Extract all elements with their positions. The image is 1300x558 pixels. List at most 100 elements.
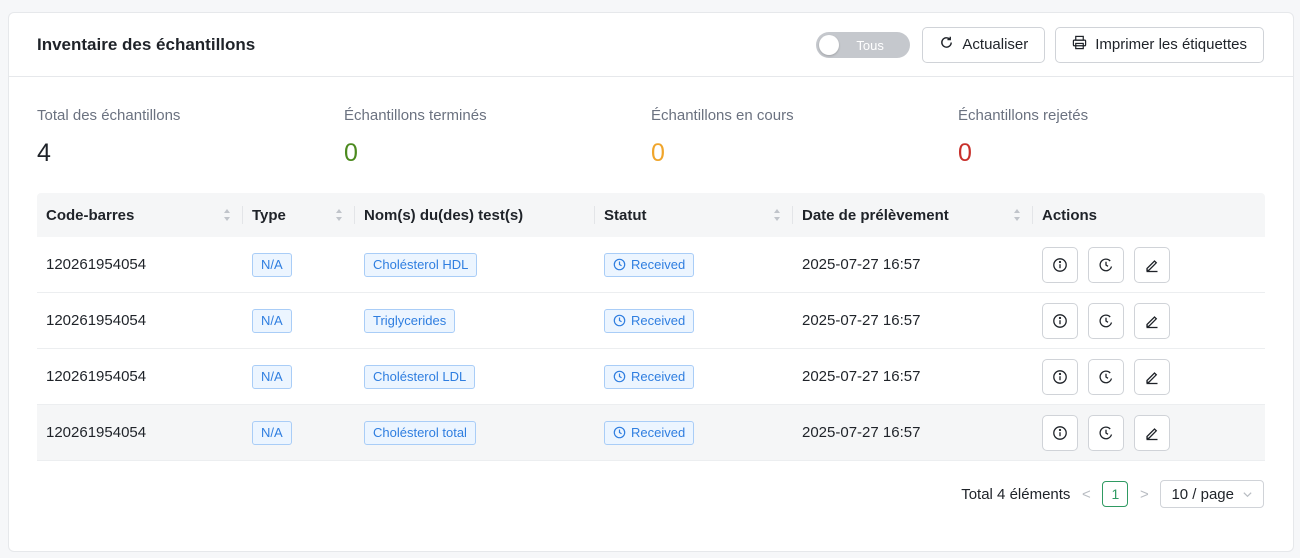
stat-value: 0 (344, 139, 358, 167)
column-label: Date de prélèvement (802, 206, 949, 224)
stat-total: Total des échantillons 4 (37, 107, 344, 193)
print-labels-button[interactable]: Imprimer les étiquettes (1055, 26, 1264, 63)
test-cell: Cholésterol total (355, 420, 595, 445)
table-row: 120261954054 N/A Triglycerides Received … (37, 293, 1265, 349)
column-header-barcode[interactable]: Code-barres (37, 193, 243, 237)
printer-icon (1072, 35, 1087, 54)
pagination-total: Total 4 éléments (961, 485, 1071, 503)
stat-label: Échantillons terminés (344, 107, 487, 124)
status-badge: Received (604, 364, 695, 389)
history-button[interactable] (1088, 414, 1124, 451)
test-cell: Cholésterol HDL (355, 252, 595, 277)
sort-icon[interactable] (773, 207, 781, 223)
stat-label: Échantillons rejetés (958, 107, 1089, 124)
info-button[interactable] (1042, 302, 1078, 339)
sort-icon[interactable] (223, 207, 231, 223)
status-badge: Received (604, 308, 695, 333)
history-button[interactable] (1088, 246, 1124, 283)
toggle-label: Tous (856, 37, 884, 53)
column-label: Statut (604, 206, 647, 224)
history-icon (1099, 370, 1113, 383)
stat-label: Total des échantillons (37, 107, 181, 124)
history-icon (1099, 426, 1113, 439)
sort-icon[interactable] (335, 207, 343, 223)
info-button[interactable] (1042, 246, 1078, 283)
info-button[interactable] (1042, 414, 1078, 451)
type-tag: N/A (252, 364, 292, 389)
stat-completed: Échantillons terminés 0 (344, 107, 651, 193)
column-label: Code-barres (46, 206, 135, 224)
edit-button[interactable] (1134, 414, 1170, 451)
test-cell: Triglycerides (355, 308, 595, 333)
date-cell: 2025-07-27 16:57 (802, 368, 921, 385)
card-header: Inventaire des échantillons Tous Actuali… (9, 13, 1293, 77)
column-header-type[interactable]: Type (243, 193, 355, 237)
refresh-icon (939, 35, 954, 54)
stat-value: 4 (37, 139, 51, 167)
status-badge: Received (604, 252, 695, 277)
type-cell: N/A (243, 252, 355, 277)
clock-icon (613, 426, 626, 439)
date-cell: 2025-07-27 16:57 (802, 256, 921, 273)
sort-icon[interactable] (1013, 207, 1021, 223)
stat-value: 0 (958, 139, 972, 167)
column-header-collection-date[interactable]: Date de prélèvement (793, 193, 1033, 237)
info-button[interactable] (1042, 358, 1078, 395)
table-header: Code-barres Type Nom(s) du(des) test(s) … (37, 193, 1265, 237)
chevron-down-icon (1243, 491, 1252, 497)
status-label: Received (631, 369, 686, 384)
next-page-icon[interactable]: > (1138, 486, 1150, 503)
column-header-actions: Actions (1033, 193, 1265, 237)
edit-icon (1146, 315, 1158, 328)
barcode-cell: 120261954054 (46, 368, 147, 385)
history-icon (1099, 314, 1113, 327)
edit-icon (1146, 371, 1158, 384)
type-tag: N/A (252, 308, 292, 333)
status-label: Received (631, 313, 686, 328)
page-size-value: 10 / page (1171, 485, 1234, 503)
date-cell: 2025-07-27 16:57 (802, 312, 921, 329)
info-icon (1053, 369, 1067, 384)
samples-table: Code-barres Type Nom(s) du(des) test(s) … (37, 193, 1265, 461)
sample-inventory-card: Inventaire des échantillons Tous Actuali… (8, 12, 1294, 552)
status-label: Received (631, 425, 686, 440)
edit-icon (1146, 427, 1158, 440)
actions-cell (1033, 246, 1265, 283)
status-cell: Received (595, 364, 793, 389)
status-label: Received (631, 257, 686, 272)
page-size-select[interactable]: 10 / page (1160, 480, 1264, 508)
type-tag: N/A (252, 420, 292, 445)
actions-cell (1033, 414, 1265, 451)
table-row: 120261954054 N/A Cholésterol total Recei… (37, 405, 1265, 461)
edit-button[interactable] (1134, 302, 1170, 339)
edit-icon (1146, 259, 1158, 272)
table-row: 120261954054 N/A Cholésterol HDL Receive… (37, 237, 1265, 293)
type-cell: N/A (243, 364, 355, 389)
edit-button[interactable] (1134, 246, 1170, 283)
page-number-button[interactable]: 1 (1102, 481, 1129, 507)
edit-button[interactable] (1134, 358, 1170, 395)
stat-value: 0 (651, 139, 665, 167)
type-tag: N/A (252, 252, 292, 277)
stats-row: Total des échantillons 4 Échantillons te… (9, 77, 1293, 193)
status-cell: Received (595, 420, 793, 445)
barcode-cell: 120261954054 (46, 256, 147, 273)
column-header-status[interactable]: Statut (595, 193, 793, 237)
pagination: Total 4 éléments < 1 > 10 / page (961, 480, 1264, 508)
history-button[interactable] (1088, 358, 1124, 395)
all-toggle[interactable]: Tous (816, 31, 911, 58)
status-cell: Received (595, 308, 793, 333)
test-tag: Triglycerides (364, 308, 456, 333)
prev-page-icon[interactable]: < (1080, 486, 1092, 503)
barcode-cell: 120261954054 (46, 312, 147, 329)
refresh-button[interactable]: Actualiser (922, 26, 1046, 63)
toggle-knob (819, 34, 840, 55)
stat-rejected: Échantillons rejetés 0 (958, 107, 1265, 193)
history-button[interactable] (1088, 302, 1124, 339)
test-tag: Cholésterol total (364, 420, 476, 445)
info-icon (1053, 313, 1067, 328)
date-cell: 2025-07-27 16:57 (802, 424, 921, 441)
column-header-tests: Nom(s) du(des) test(s) (355, 193, 595, 237)
column-label: Actions (1042, 206, 1098, 224)
clock-icon (613, 314, 626, 327)
